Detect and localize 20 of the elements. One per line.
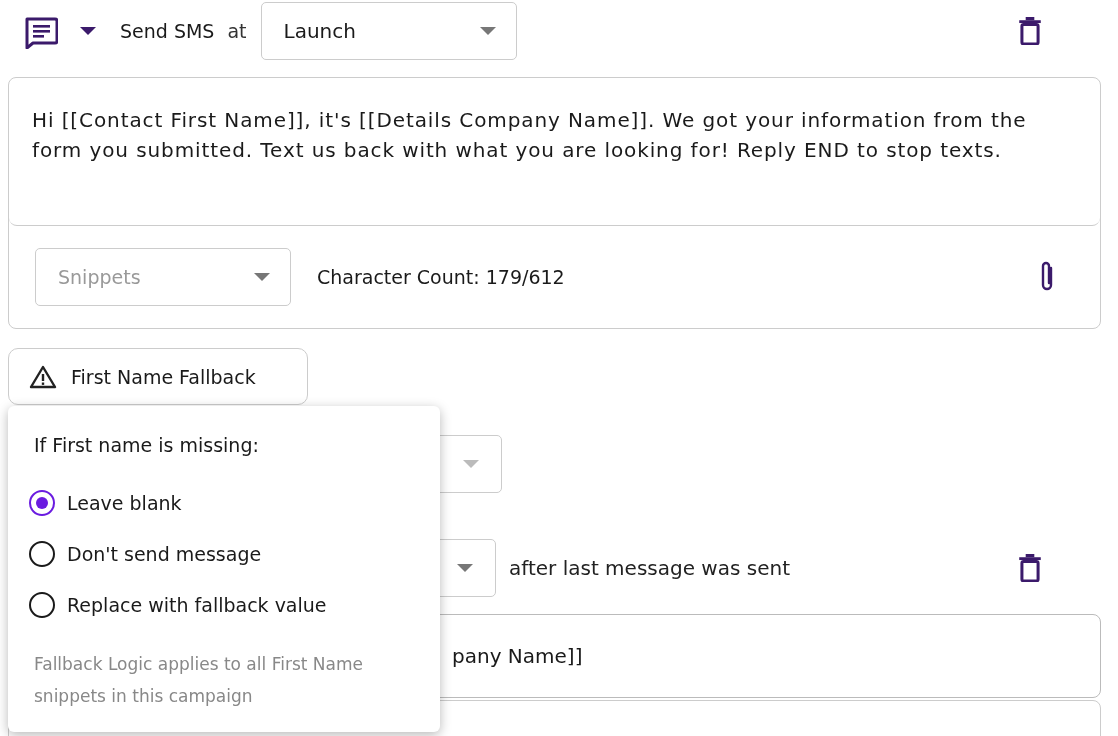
trash-icon[interactable]	[1019, 554, 1041, 582]
message-text: pany Name]]	[452, 644, 583, 668]
character-count: Character Count: 179/612	[317, 266, 565, 288]
radio-button[interactable]	[29, 489, 55, 516]
option-label[interactable]: Don't send message	[67, 542, 262, 565]
fallback-button[interactable]: First Name Fallback	[8, 348, 308, 405]
trigger-dropdown[interactable]: Launch	[260, 2, 517, 60]
warning-icon	[29, 364, 57, 389]
channel-label: Send SMS	[120, 20, 215, 42]
option-label[interactable]: Leave blank	[67, 491, 182, 514]
message-text[interactable]: Hi [[Contact First Name]], it's [[Details Company Name]]. We got your information from the form you submitted. Text us back with what you are looking for! Reply END to stop texts.	[32, 105, 1060, 165]
message-icon[interactable]	[24, 17, 58, 49]
popover-title: If First name is missing:	[34, 434, 260, 456]
at-label: at	[227, 20, 247, 42]
delay-label: after last message was sent	[509, 556, 790, 580]
radio-button[interactable]	[29, 540, 55, 567]
option-label[interactable]: Replace with fallback value	[67, 593, 327, 616]
caret-icon[interactable]	[80, 27, 96, 35]
trash-icon[interactable]	[1019, 17, 1041, 45]
radio-button[interactable]	[29, 591, 55, 618]
